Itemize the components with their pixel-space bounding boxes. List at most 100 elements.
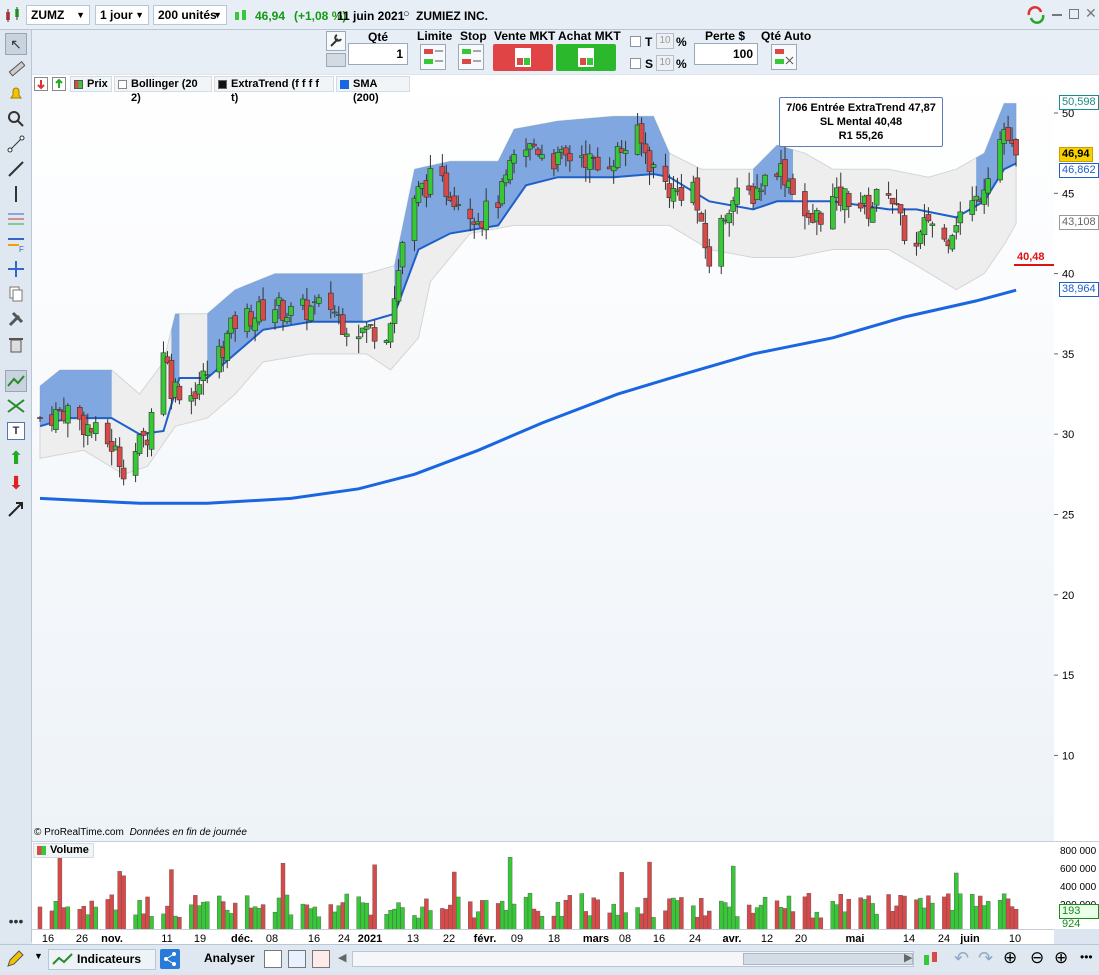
zoom-in-icon[interactable]: ⊕ [1054, 948, 1068, 968]
volume-bar [288, 914, 294, 931]
candle [308, 304, 314, 323]
zoom-fit-icon[interactable]: ⊕ [1003, 948, 1017, 968]
symbol-select[interactable]: ZUMZ ▼ [26, 5, 90, 25]
more-options-icon[interactable]: ••• [1080, 950, 1093, 964]
collapse-down-icon[interactable] [34, 77, 48, 91]
scrollbar-thumb[interactable] [743, 953, 913, 965]
candle-body [260, 299, 266, 321]
candle-chart-icon[interactable] [922, 949, 942, 969]
buy-market-button[interactable] [556, 44, 616, 71]
close-icon[interactable]: ✕ [1085, 5, 1097, 22]
keypad-icon[interactable] [326, 53, 346, 67]
move-icon[interactable] [5, 258, 27, 280]
target-checkbox[interactable] [630, 36, 641, 47]
line-icon[interactable] [5, 158, 27, 180]
auto-qty-button[interactable] [771, 44, 797, 70]
candle-body [957, 211, 964, 224]
indicators-button[interactable]: Indicateurs ▼ [48, 949, 169, 970]
copy-icon[interactable] [5, 283, 27, 305]
export-icon[interactable] [312, 950, 330, 968]
sma-tag: 38,964 [1059, 282, 1099, 297]
price-scale[interactable]: 10 15 20 25 30 35 40 45 50 50,598 46,94 46,862 4… [1054, 75, 1099, 841]
ruler-icon[interactable] [5, 58, 27, 80]
candle-body [411, 197, 418, 241]
undo-icon[interactable]: ↶ [954, 948, 969, 969]
maximize-button[interactable] [1069, 9, 1079, 19]
volume-legend[interactable]: Volume [33, 843, 94, 858]
arrow-down-icon[interactable]: ⬇ [5, 472, 27, 494]
candle-body [997, 139, 1003, 181]
volume-bar [846, 898, 851, 931]
sell-market-button[interactable] [493, 44, 553, 71]
volume-bar [280, 863, 286, 931]
sync-icon[interactable] [1026, 6, 1046, 24]
price-tick-label: 20 [1062, 590, 1074, 602]
chevron-down-icon: ▼ [76, 10, 85, 20]
channel-tool-icon[interactable] [5, 395, 27, 417]
legend-sma[interactable]: SMA (200) [336, 76, 410, 104]
candle-body [531, 143, 537, 147]
trash-icon[interactable] [5, 333, 27, 355]
volume-bar [260, 904, 266, 931]
target-pct-input[interactable]: 10 [656, 33, 674, 49]
price-tick-label: 10 [1062, 750, 1074, 762]
cursor-icon[interactable]: ↖ [5, 33, 27, 55]
pencil-icon[interactable] [4, 948, 26, 970]
text-tool-icon[interactable]: T [7, 422, 25, 440]
trendline-points-icon[interactable] [5, 133, 27, 155]
price-chart[interactable]: 7/06 Entrée ExtraTrend 47,87 SL Mental 4… [32, 75, 1054, 841]
legend-extratrend[interactable]: ExtraTrend (f f f f t) [214, 76, 334, 104]
legend-bollinger[interactable]: Bollinger (20 2) [114, 76, 212, 104]
volume-bar [1009, 906, 1015, 931]
candle-body [387, 323, 394, 343]
scroll-right-icon[interactable]: ▶ [904, 951, 912, 964]
zoom-out-icon[interactable]: ⊖ [1030, 948, 1044, 968]
arrow-up-icon[interactable]: ⬆ [5, 447, 27, 469]
limit-order-button[interactable] [420, 44, 446, 70]
collapse-up-icon[interactable] [52, 77, 66, 91]
layout-icon[interactable] [264, 950, 282, 968]
risk-input[interactable]: 100 [694, 43, 758, 65]
extratrend-tag: 46,862 [1059, 163, 1099, 178]
candle-body [328, 292, 334, 310]
horizontal-scrollbar[interactable] [352, 951, 914, 967]
fibonacci-fan-icon[interactable]: F [5, 233, 27, 255]
volume-bar [866, 895, 871, 931]
more-icon[interactable]: ••• [5, 910, 27, 932]
legend-price[interactable]: Prix [70, 76, 112, 92]
stop-checkbox[interactable] [630, 58, 641, 69]
units-select[interactable]: 200 unités ▼ [153, 5, 227, 25]
volume-bar [244, 895, 250, 931]
stop-order-button[interactable] [458, 44, 484, 70]
volume-bar [958, 893, 963, 931]
vertical-line-icon[interactable] [5, 183, 27, 205]
stop-pct-input[interactable]: 10 [656, 55, 674, 71]
zoom-icon[interactable] [5, 108, 27, 130]
redo-icon[interactable]: ↷ [978, 948, 993, 969]
volume-bar [886, 894, 891, 931]
chevron-down-icon: ▼ [135, 10, 144, 20]
trade-annotation[interactable]: 7/06 Entrée ExtraTrend 47,87 SL Mental 4… [779, 97, 943, 147]
svg-text:F: F [19, 245, 24, 253]
volume-bar [483, 900, 489, 931]
volume-bar [221, 901, 226, 931]
arrow-diagonal-icon[interactable] [5, 498, 27, 520]
analyze-button[interactable]: Analyser [160, 949, 258, 970]
chevron-down-icon[interactable]: ▼ [34, 951, 43, 961]
timeframe-select[interactable]: 1 jour ▼ [95, 5, 149, 25]
volume-bar [507, 857, 513, 931]
trend-tool-icon[interactable] [5, 370, 27, 392]
alert-bell-icon[interactable] [5, 83, 27, 105]
volume-panel[interactable]: Volume [32, 841, 1054, 931]
candle-body [929, 223, 936, 226]
wrench-icon[interactable] [326, 31, 346, 51]
price-tick-label: 30 [1062, 429, 1074, 441]
date-axis[interactable]: 16 26 nov. 11 19 déc. 08 16 24 2021 13 22 févr. 09 18 m… [32, 929, 1054, 945]
qty-input[interactable]: 1 [348, 43, 408, 65]
tools-icon[interactable] [5, 308, 27, 330]
minimize-button[interactable] [1052, 14, 1062, 16]
screenshot-icon[interactable] [288, 950, 306, 968]
fibonacci-icon[interactable] [5, 208, 27, 230]
scroll-left-icon[interactable]: ◀ [338, 951, 346, 964]
candlestick-icon[interactable] [4, 7, 22, 23]
